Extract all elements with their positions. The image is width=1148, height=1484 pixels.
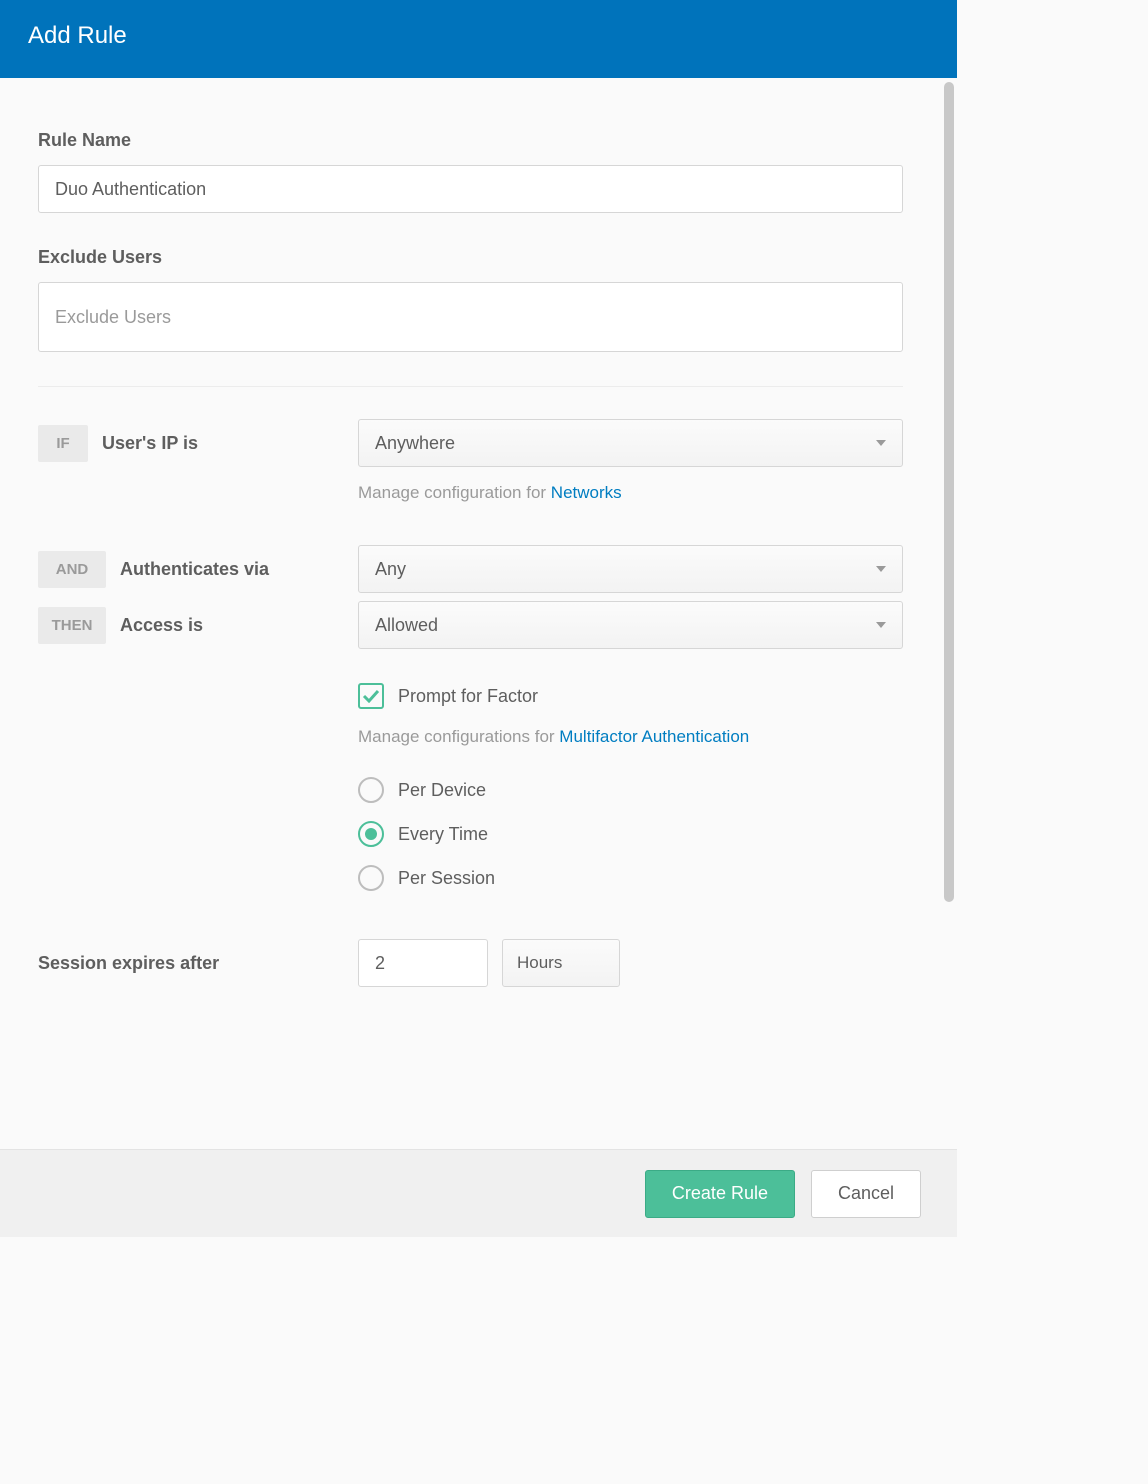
prompt-for-factor-checkbox[interactable] <box>358 683 384 709</box>
condition-if-row: IF User's IP is Anywhere Manage configur… <box>38 419 903 503</box>
dialog-header: Add Rule <box>0 0 957 78</box>
mfa-hint-prefix: Manage configurations for <box>358 727 559 746</box>
radio-per-device-circle <box>358 777 384 803</box>
condition-and-right: Any <box>358 545 903 593</box>
radio-every-time-circle <box>358 821 384 847</box>
networks-hint: Manage configuration for Networks <box>358 483 903 503</box>
radio-per-session-label: Per Session <box>398 868 495 889</box>
access-select-value: Allowed <box>375 615 438 636</box>
networks-link[interactable]: Networks <box>551 483 622 502</box>
user-ip-select[interactable]: Anywhere <box>358 419 903 467</box>
exclude-users-input[interactable] <box>38 282 903 352</box>
rule-name-input[interactable] <box>38 165 903 213</box>
condition-if-right: Anywhere Manage configuration for Networ… <box>358 419 903 503</box>
op-badge-if: IF <box>38 425 88 462</box>
factor-frequency-group: Per Device Every Time Per Session <box>358 777 903 891</box>
prompt-for-factor-row: Prompt for Factor <box>358 683 903 709</box>
condition-then-row: THEN Access is Allowed Prompt for Factor… <box>38 601 903 909</box>
radio-every-time[interactable]: Every Time <box>358 821 903 847</box>
divider <box>38 386 903 387</box>
session-unit-value: Hours <box>517 953 562 973</box>
rule-name-label: Rule Name <box>38 130 903 151</box>
exclude-users-label: Exclude Users <box>38 247 903 268</box>
mfa-link[interactable]: Multifactor Authentication <box>559 727 749 746</box>
condition-and-left: AND Authenticates via <box>38 545 358 593</box>
condition-then-right: Allowed Prompt for Factor Manage configu… <box>358 601 903 909</box>
dialog-footer: Create Rule Cancel <box>0 1149 957 1237</box>
check-icon <box>362 689 380 703</box>
create-rule-button[interactable]: Create Rule <box>645 1170 795 1218</box>
scrollbar-thumb[interactable] <box>944 82 954 902</box>
radio-per-session[interactable]: Per Session <box>358 865 903 891</box>
mfa-hint: Manage configurations for Multifactor Au… <box>358 727 903 747</box>
condition-if-label: User's IP is <box>102 433 198 454</box>
auth-via-select[interactable]: Any <box>358 545 903 593</box>
session-expires-label: Session expires after <box>38 953 219 974</box>
cancel-button[interactable]: Cancel <box>811 1170 921 1218</box>
condition-and-label: Authenticates via <box>120 559 269 580</box>
chevron-down-icon <box>876 440 886 446</box>
chevron-down-icon <box>876 566 886 572</box>
prompt-for-factor-label: Prompt for Factor <box>398 686 538 707</box>
exclude-users-field: Exclude Users <box>38 247 903 352</box>
session-unit-select[interactable]: Hours <box>502 939 620 987</box>
condition-then-label: Access is <box>120 615 203 636</box>
session-expires-row: Session expires after Hours <box>38 939 903 987</box>
op-badge-then: THEN <box>38 607 106 644</box>
radio-every-time-label: Every Time <box>398 824 488 845</box>
condition-and-row: AND Authenticates via Any <box>38 545 903 593</box>
session-expires-left: Session expires after <box>38 939 358 987</box>
content-wrap: Rule Name Exclude Users IF User's IP is … <box>0 78 957 1230</box>
radio-per-session-circle <box>358 865 384 891</box>
dialog-content: Rule Name Exclude Users IF User's IP is … <box>0 78 941 1230</box>
condition-if-left: IF User's IP is <box>38 419 358 467</box>
condition-then-left: THEN Access is <box>38 601 358 649</box>
session-expires-input[interactable] <box>358 939 488 987</box>
auth-via-select-value: Any <box>375 559 406 580</box>
dialog-title: Add Rule <box>28 22 127 49</box>
user-ip-select-value: Anywhere <box>375 433 455 454</box>
scrollbar[interactable] <box>941 78 957 1230</box>
rule-name-field: Rule Name <box>38 130 903 213</box>
networks-hint-prefix: Manage configuration for <box>358 483 551 502</box>
radio-per-device[interactable]: Per Device <box>358 777 903 803</box>
op-badge-and: AND <box>38 551 106 588</box>
access-select[interactable]: Allowed <box>358 601 903 649</box>
chevron-down-icon <box>876 622 886 628</box>
radio-per-device-label: Per Device <box>398 780 486 801</box>
